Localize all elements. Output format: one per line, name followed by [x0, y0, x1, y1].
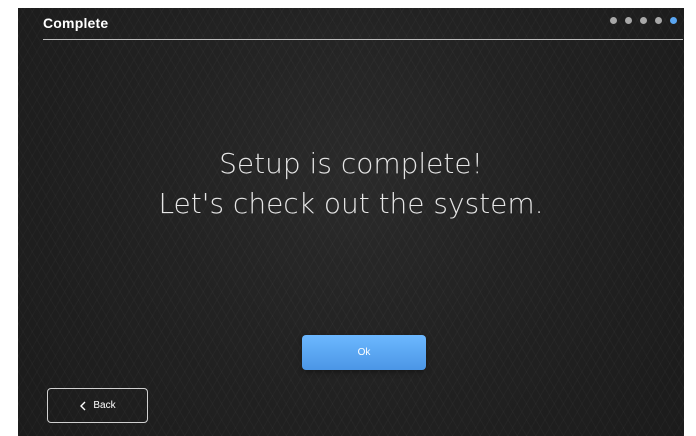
message-line-2: Let's check out the system. [158, 187, 544, 220]
back-button-label: Back [93, 400, 116, 411]
back-button[interactable]: Back [47, 388, 148, 423]
step-dot-5-active [670, 17, 677, 24]
chevron-left-icon [80, 401, 86, 410]
message-line-1: Setup is complete! [219, 147, 483, 180]
step-dot-2 [625, 17, 632, 24]
step-indicator [610, 17, 677, 24]
page-title: Complete [43, 15, 109, 31]
step-dot-3 [640, 17, 647, 24]
header: Complete [43, 8, 683, 40]
setup-screen: Complete Setup is complete! Let's check … [18, 8, 684, 436]
step-dot-1 [610, 17, 617, 24]
ok-button[interactable]: Ok [302, 335, 426, 370]
ok-button-label: Ok [357, 347, 371, 358]
step-dot-4 [655, 17, 662, 24]
completion-message: Setup is complete! Let's check out the s… [18, 144, 684, 224]
